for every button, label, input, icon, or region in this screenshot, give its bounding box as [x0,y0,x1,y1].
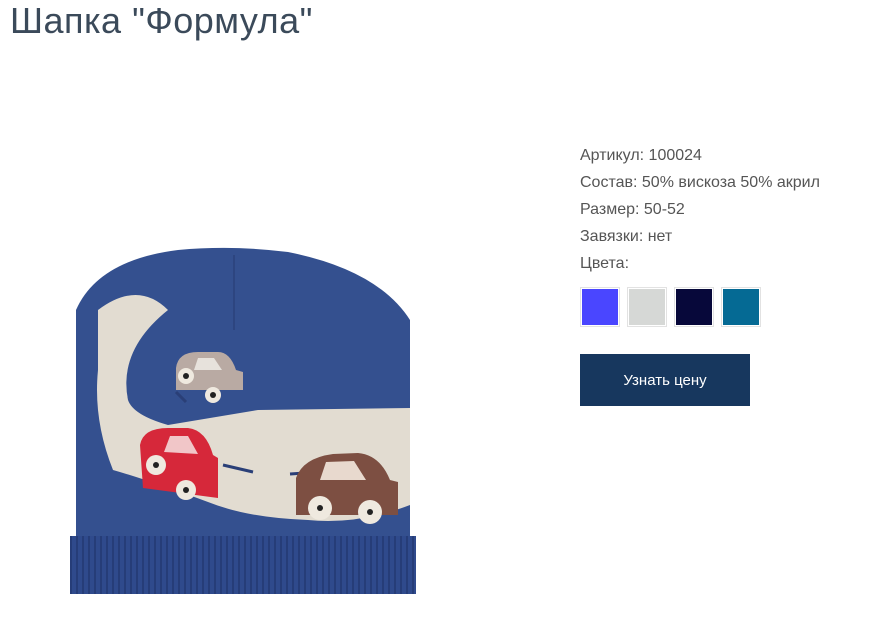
ties-line: Завязки: нет [580,223,870,250]
knit-hat-with-cars-image [70,247,416,594]
article-label: Артикул: [580,147,645,164]
article-value: 100024 [648,147,702,164]
get-price-button[interactable]: Узнать цену [580,354,750,406]
swatch-fill [629,289,665,325]
swatch-fill [723,289,759,325]
colors-line: Цвета: [580,250,870,277]
color-swatch-teal[interactable] [721,287,761,327]
product-info: Артикул: 100024 Состав: 50% вискоза 50% … [580,142,870,406]
size-line: Размер: 50-52 [580,196,870,223]
size-label: Размер: [580,201,640,218]
color-swatch-navy[interactable] [674,287,714,327]
color-swatches [580,287,870,327]
composition-label: Состав: [580,174,638,191]
page-title: Шапка "Формула" [10,0,313,41]
colors-label: Цвета: [580,255,630,272]
ties-label: Завязки: [580,228,644,245]
color-swatch-grey[interactable] [627,287,667,327]
composition-value: 50% вискоза 50% акрил [641,174,820,191]
swatch-fill [582,289,618,325]
product-image[interactable] [58,240,428,610]
size-value: 50-52 [643,201,685,218]
article-line: Артикул: 100024 [580,142,870,169]
ties-value: нет [647,228,673,245]
composition-line: Состав: 50% вискоза 50% акрил [580,169,870,196]
swatch-fill [676,289,712,325]
color-swatch-blue[interactable] [580,287,620,327]
